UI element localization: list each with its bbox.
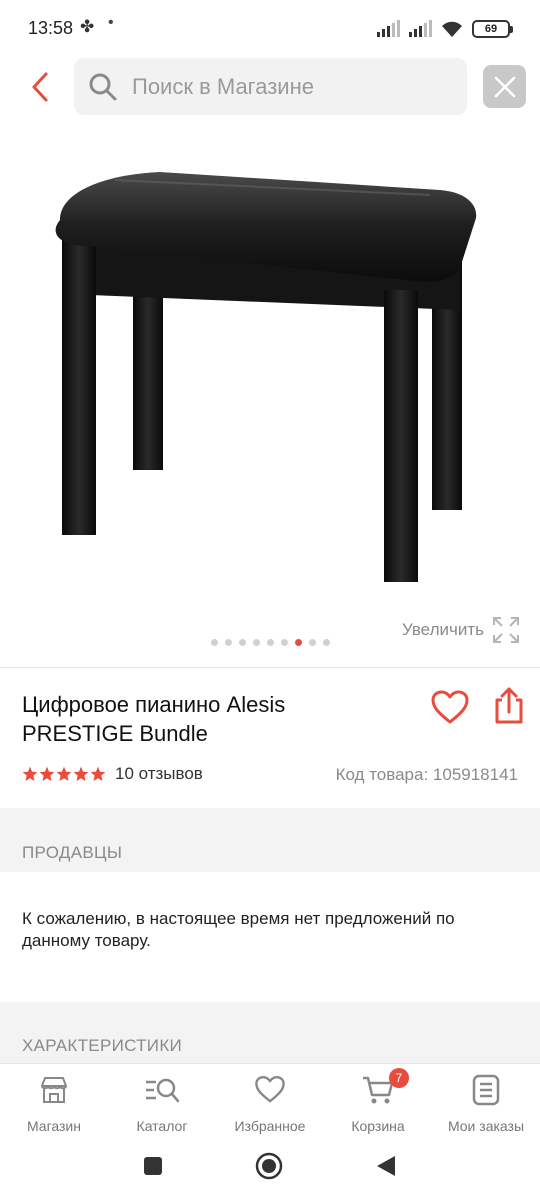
nav-item-store[interactable]: Магазин [0,1064,108,1143]
cart-badge: 7 [388,1068,409,1088]
heart-icon [254,1074,286,1106]
triangle-back-icon [377,1156,395,1176]
pagination-dot[interactable] [224,639,232,646]
star-icon [56,766,72,781]
status-time: 13:58 [28,18,74,38]
gallery-pagination [0,639,540,646]
status-bar: 13:58 ✤ • 69 [0,0,540,56]
share-button[interactable] [492,686,526,726]
pagination-dot[interactable] [280,639,288,646]
search-icon [88,72,118,102]
nav-item-catalog[interactable]: Каталог [108,1064,216,1143]
divider [0,667,540,668]
rating-row: 10 отзывов [22,764,203,784]
nav-label: Каталог [136,1118,188,1134]
product-image[interactable] [20,150,520,600]
nav-label: Корзина [351,1118,405,1134]
battery-icon: 69 [472,20,513,38]
star-icon [73,766,89,781]
nav-label: Мои заказы [447,1118,525,1134]
signal-icon-2 [409,20,432,37]
battery-level: 69 [484,23,498,35]
share-icon [495,687,523,724]
pagination-dot[interactable] [294,639,302,646]
wifi-icon [442,21,462,37]
pagination-dot[interactable] [266,639,274,646]
nav-item-cart[interactable]: 7 Корзина [324,1064,432,1143]
no-offers-message: К сожалению, в настоящее время нет предл… [22,909,455,950]
product-title: Цифровое пианино Alesis PRESTIGE Bundle [22,692,286,746]
piano-bench-illustration [55,172,477,582]
close-icon [494,76,515,97]
close-button[interactable] [483,65,526,108]
sellers-title: ПРОДАВЦЫ [22,843,123,862]
nav-label: Магазин [26,1118,81,1134]
home-button[interactable] [255,1152,283,1185]
rating-stars [22,766,106,782]
pagination-dot[interactable] [308,639,316,646]
bottom-navigation: Магазин Каталог Избранное 7 Корзина Мои … [0,1063,540,1143]
system-navigation [0,1143,540,1200]
product-sku: Код товара: 105918141 [335,765,518,784]
notification-dot-icon: • [108,14,114,31]
search-input[interactable] [132,73,432,100]
nav-item-favorites[interactable]: Избранное [216,1064,324,1143]
store-icon [38,1074,70,1106]
back-button[interactable] [20,62,60,112]
pagination-dot[interactable] [238,639,246,646]
orders-icon [471,1074,501,1106]
square-icon [144,1157,162,1175]
system-back-button[interactable] [375,1154,397,1183]
favorite-button[interactable] [430,688,470,728]
pagination-dot[interactable] [252,639,260,646]
nav-item-orders[interactable]: Мои заказы [432,1064,540,1143]
pagination-dot[interactable] [210,639,218,646]
status-icons: 69 [376,18,513,40]
reviews-link[interactable]: 10 отзывов [115,764,203,784]
star-icon [22,766,38,781]
specs-title: ХАРАКТЕРИСТИКИ [22,1036,183,1055]
star-icon [90,766,106,781]
catalog-icon [144,1074,180,1106]
pagination-dot[interactable] [322,639,330,646]
zoom-label: Увеличить [402,620,484,639]
chevron-left-icon [32,72,48,102]
heart-icon [431,690,469,724]
recents-button[interactable] [143,1156,163,1181]
star-icon [39,766,55,781]
fan-icon: ✤ [80,17,95,36]
signal-icon [377,20,400,37]
home-circle-icon [255,1152,283,1180]
nav-label: Избранное [234,1118,306,1134]
search-box[interactable] [74,58,467,115]
